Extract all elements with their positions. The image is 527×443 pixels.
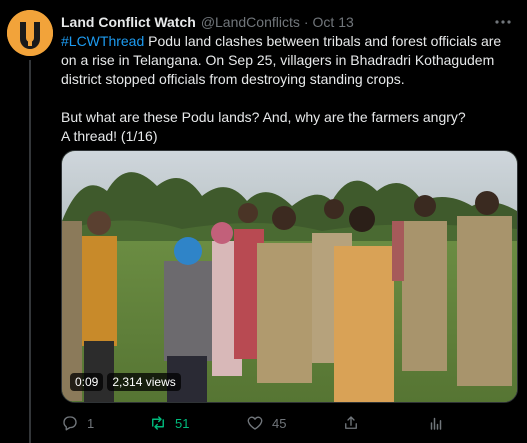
author-handle[interactable]: @LandConflicts [201,14,300,30]
video-info: 0:09 2,314 views [70,372,181,392]
avatar-logo [7,10,53,56]
tweet-header: Land Conflict Watch @LandConflicts · Oct… [61,12,517,32]
more-icon[interactable] [493,12,513,32]
reply-count: 1 [87,415,95,431]
share-button[interactable] [342,411,360,435]
separator: · [303,14,309,30]
like-count: 45 [272,415,287,431]
retweet-count: 51 [175,415,190,431]
video-duration: 0:09 [70,373,104,391]
video-player[interactable]: 0:09 2,314 views [61,150,518,403]
author-name[interactable]: Land Conflict Watch [61,14,196,30]
reply-icon [63,416,77,431]
tweet-date[interactable]: Oct 13 [313,14,354,30]
retweet-button[interactable]: 51 [149,411,189,435]
tweet-paragraph-1: #LCWThread Podu land clashes between tri… [61,32,517,89]
analytics-icon [430,417,442,430]
thread-line [29,60,31,443]
video-views: 2,314 views [107,373,181,391]
tweet-text: #LCWThread Podu land clashes between tri… [61,32,517,146]
hashtag-link[interactable]: #LCWThread [61,33,144,49]
retweet-icon [152,416,164,430]
tweet-paragraph-2: But what are these Podu lands? And, why … [61,109,466,125]
like-button[interactable]: 45 [246,411,286,435]
video-thumbnail [62,151,517,402]
avatar[interactable] [7,10,53,56]
tweet-paragraph-3: A thread! (1/16) [61,128,158,144]
like-icon [247,416,263,430]
analytics-button[interactable] [427,411,445,435]
reply-button[interactable]: 1 [61,411,94,435]
tweet-actions: 1 51 45 [61,411,451,435]
share-icon [345,416,357,429]
